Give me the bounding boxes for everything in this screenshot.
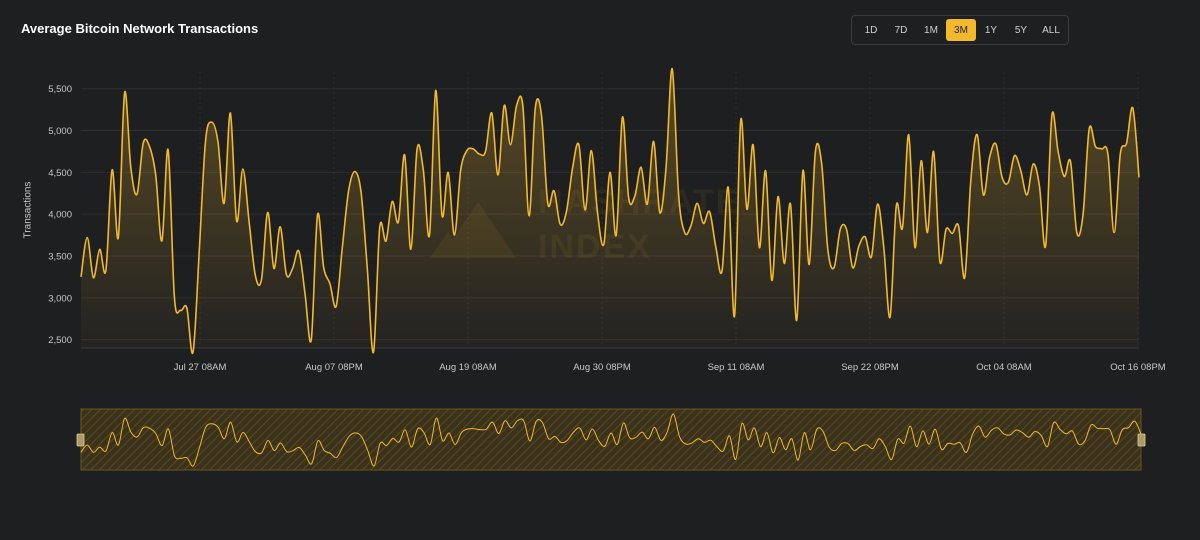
series-area bbox=[81, 68, 1139, 354]
x-axis-ticks: Jul 27 08AM Aug 07 08PM Aug 19 08AM Aug 30 … bbox=[174, 362, 1166, 373]
navigator-handle-left[interactable] bbox=[76, 433, 85, 447]
transactions-chart[interactable]: HASHRATE INDEX 2,5003,0003,5004,0004,500… bbox=[0, 0, 1200, 540]
y-tick-label: 5,500 bbox=[48, 84, 72, 95]
navigator-selection bbox=[80, 408, 1142, 471]
x-tick-label: Sep 11 08AM bbox=[708, 362, 765, 373]
x-tick-label: Sep 22 08PM bbox=[841, 362, 899, 373]
x-tick-label: Oct 16 08PM bbox=[1110, 362, 1166, 373]
y-tick-label: 3,000 bbox=[48, 293, 72, 304]
y-tick-label: 4,500 bbox=[48, 168, 72, 179]
y-axis-ticks: 2,500 3,000 3,500 4,000 4,500 5,000 5,500 bbox=[48, 84, 72, 346]
y-tick-label: 4,000 bbox=[48, 210, 72, 221]
x-tick-label: Aug 30 08PM bbox=[573, 362, 631, 373]
x-tick-label: Oct 04 08AM bbox=[976, 362, 1032, 373]
y-tick-label: 2,500 bbox=[48, 335, 72, 346]
y-tick-label: 5,000 bbox=[48, 126, 72, 137]
y-tick-label: 3,500 bbox=[48, 252, 72, 263]
x-tick-label: Aug 07 08PM bbox=[305, 362, 363, 373]
x-tick-label: Aug 19 08AM bbox=[439, 362, 497, 373]
range-navigator[interactable] bbox=[76, 408, 1146, 471]
x-tick-label: Jul 27 08AM bbox=[174, 362, 227, 373]
navigator-handle-right[interactable] bbox=[1137, 433, 1146, 447]
